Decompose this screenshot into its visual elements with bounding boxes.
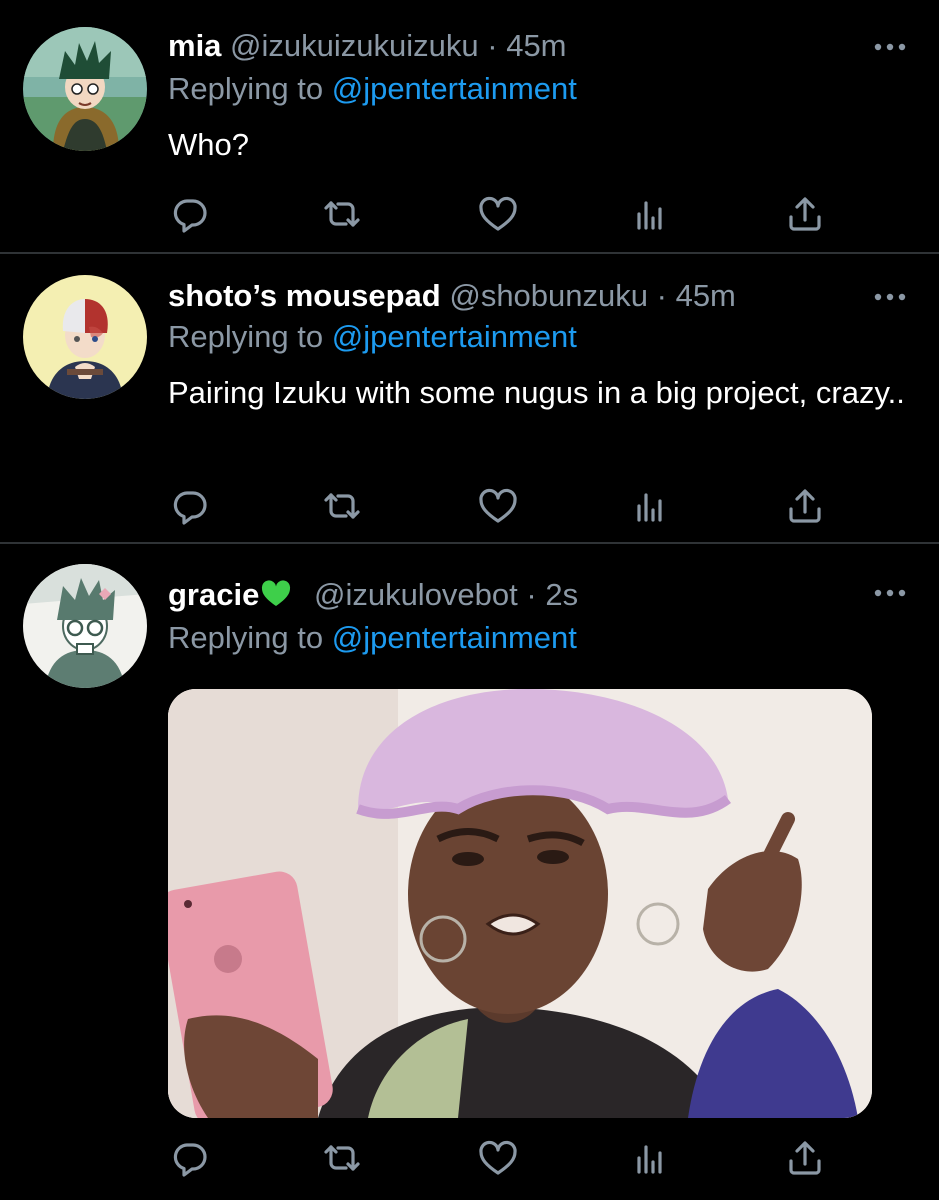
retweet-button[interactable] [320,192,364,236]
avatar-image-anime [23,275,147,399]
replying-prefix: Replying to [168,319,332,354]
tweet-header: gracie @izukulovebot · 2s [168,575,578,615]
tweet[interactable]: gracie @izukulovebot · 2s Replying to @j… [0,544,939,1200]
more-options-icon[interactable] [872,40,908,54]
reply-button[interactable] [168,1136,212,1180]
share-icon [783,484,827,528]
tweet-text: Who? [168,127,249,162]
heart-icon [476,192,520,236]
replying-to: Replying to @jpentertainment [168,618,577,658]
replying-prefix: Replying to [168,620,332,655]
timestamp[interactable]: 2s [545,577,578,612]
more-options-icon[interactable] [872,586,908,600]
tweet-text: Pairing Izuku with some nugus in a big p… [168,375,905,410]
avatar[interactable] [23,27,147,151]
like-button[interactable] [476,192,520,236]
timestamp[interactable]: 45m [506,28,566,63]
avatar-image-anime [23,27,147,151]
mention-link[interactable]: @jpentertainment [332,620,577,655]
reply-icon [168,192,212,236]
separator-dot: · [487,28,498,63]
display-name[interactable]: mia [168,28,221,63]
user-handle[interactable]: @shobunzuku [449,278,648,313]
tweet[interactable]: mia @izukuizukuizuku · 45m Replying to @… [0,0,939,254]
share-button[interactable] [783,484,827,528]
retweet-button[interactable] [320,484,364,528]
mention-link[interactable]: @jpentertainment [332,319,577,354]
stats-icon [628,1136,672,1180]
more-options-icon[interactable] [872,290,908,304]
stats-button[interactable] [628,192,672,236]
reaction-photo [168,689,872,1118]
reply-icon [168,484,212,528]
stats-button[interactable] [628,484,672,528]
share-icon [783,1136,827,1180]
retweet-icon [320,192,364,236]
retweet-button[interactable] [320,1136,364,1180]
share-button[interactable] [783,192,827,236]
retweet-icon [320,1136,364,1180]
reply-button[interactable] [168,484,212,528]
share-button[interactable] [783,1136,827,1180]
tweet[interactable]: shoto’s mousepad @shobunzuku · 45m Reply… [0,254,939,544]
stats-button[interactable] [628,1136,672,1180]
action-bar [168,192,848,236]
retweet-icon [320,484,364,528]
stats-icon [628,192,672,236]
like-button[interactable] [476,484,520,528]
tweet-header: shoto’s mousepad @shobunzuku · 45m [168,276,736,316]
avatar[interactable] [23,564,147,688]
heart-icon [476,1136,520,1180]
replying-to: Replying to @jpentertainment [168,69,577,109]
avatar-image-anime [23,564,147,688]
green-heart-icon [262,580,291,606]
separator-dot: · [656,278,667,313]
share-icon [783,192,827,236]
separator-dot: · [526,577,537,612]
tweet-media-photo[interactable] [168,689,872,1118]
user-handle[interactable]: @izukulovebot [314,577,518,612]
action-bar [168,484,848,528]
display-name[interactable]: gracie [168,577,259,612]
replying-prefix: Replying to [168,71,332,106]
stats-icon [628,484,672,528]
display-name[interactable]: shoto’s mousepad [168,278,441,313]
action-bar [168,1136,848,1180]
like-button[interactable] [476,1136,520,1180]
tweet-header: mia @izukuizukuizuku · 45m [168,26,567,66]
reply-button[interactable] [168,192,212,236]
avatar[interactable] [23,275,147,399]
reply-icon [168,1136,212,1180]
heart-icon [476,484,520,528]
timestamp[interactable]: 45m [676,278,736,313]
replying-to: Replying to @jpentertainment [168,317,577,357]
user-handle[interactable]: @izukuizukuizuku [230,28,479,63]
mention-link[interactable]: @jpentertainment [332,71,577,106]
